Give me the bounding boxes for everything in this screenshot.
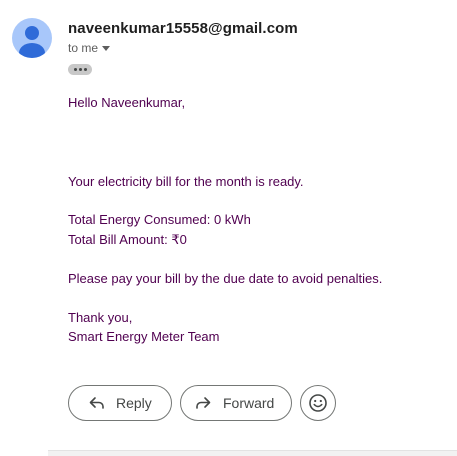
add-reaction-button[interactable] xyxy=(300,385,336,421)
person-icon xyxy=(19,26,45,58)
reply-compose-edge xyxy=(48,450,457,456)
email-view: naveenkumar15558@gmail.com to me Hello N… xyxy=(0,0,457,456)
bill-amount-text: Total Bill Amount: ₹0 xyxy=(68,232,187,247)
signature-text: Smart Energy Meter Team xyxy=(68,329,220,344)
signoff-text: Thank you, xyxy=(68,310,133,325)
reply-button[interactable]: Reply xyxy=(68,385,172,421)
chevron-down-icon xyxy=(102,45,111,51)
greeting-text: Hello Naveenkumar, xyxy=(68,95,186,110)
energy-consumed-text: Total Energy Consumed: 0 kWh xyxy=(68,212,251,227)
intro-text: Your electricity bill for the month is r… xyxy=(68,174,304,189)
recipient-label: to me xyxy=(68,41,99,55)
dot-icon xyxy=(83,68,87,71)
reply-arrow-icon xyxy=(87,393,107,413)
sender-address: naveenkumar15558@gmail.com xyxy=(68,20,298,37)
dot-icon xyxy=(73,68,77,71)
forward-label: Forward xyxy=(223,395,275,411)
dot-icon xyxy=(78,68,82,71)
reply-label: Reply xyxy=(116,395,152,411)
recipient-details-toggle[interactable]: to me xyxy=(68,41,111,55)
forward-button[interactable]: Forward xyxy=(180,385,292,421)
reminder-text: Please pay your bill by the due date to … xyxy=(68,271,383,286)
forward-arrow-icon xyxy=(193,393,213,413)
avatar[interactable] xyxy=(12,18,52,58)
show-trimmed-content-button[interactable] xyxy=(68,64,92,75)
smiley-icon xyxy=(309,394,327,412)
